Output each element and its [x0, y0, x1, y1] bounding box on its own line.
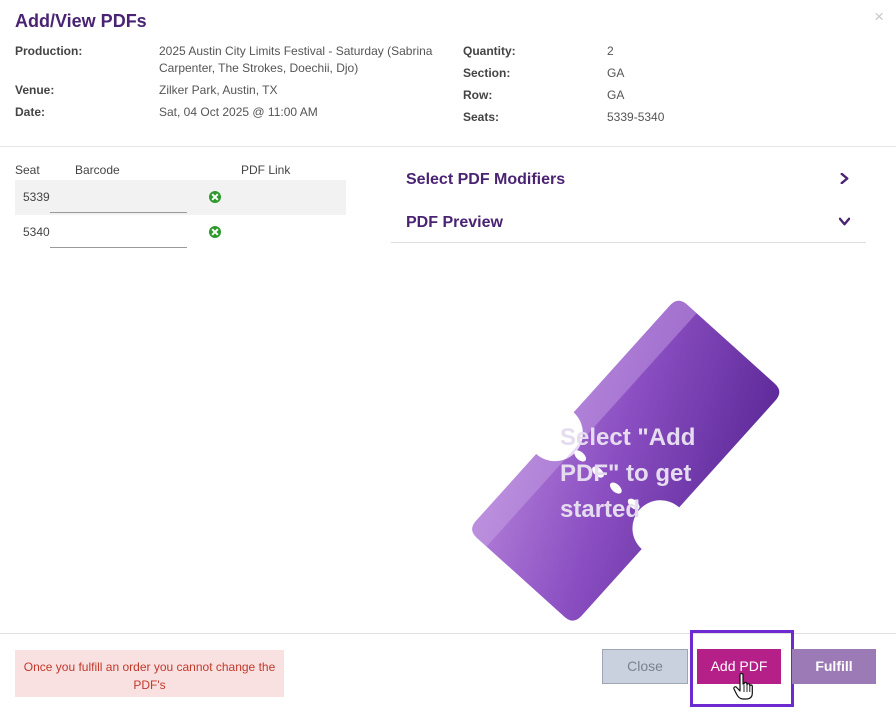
close-button[interactable]: Close — [602, 649, 688, 684]
venue-row: Venue: Zilker Park, Austin, TX — [15, 82, 455, 99]
seat-column-header: Seat — [15, 163, 40, 177]
date-label: Date: — [15, 105, 46, 119]
close-icon[interactable]: × — [874, 8, 884, 25]
barcode-input[interactable] — [50, 183, 187, 213]
accordion-divider — [391, 242, 866, 243]
table-row: 5340 — [15, 215, 346, 250]
select-pdf-modifiers-label: Select PDF Modifiers — [406, 171, 566, 188]
seats-row: Seats: 5339-5340 — [463, 109, 723, 126]
table-header: Seat Barcode PDF Link — [15, 162, 346, 180]
seats-label: Seats: — [463, 110, 500, 124]
add-view-pdfs-modal: Add/View PDFs × Production: 2025 Austin … — [0, 0, 896, 712]
table-row: 5339 — [15, 180, 346, 215]
production-label: Production: — [15, 44, 83, 58]
venue-label: Venue: — [15, 83, 55, 97]
row-row: Row: GA — [463, 87, 723, 104]
section-row: Section: GA — [463, 65, 723, 82]
chevron-right-icon — [840, 173, 849, 184]
production-value: 2025 Austin City Limits Festival - Satur… — [159, 44, 433, 75]
fulfill-button[interactable]: Fulfill — [792, 649, 876, 684]
chevron-down-icon — [839, 217, 850, 226]
quantity-value: 2 — [607, 44, 614, 58]
seats-value: 5339-5340 — [607, 110, 665, 124]
remove-circle-icon[interactable] — [209, 191, 221, 203]
footer-divider — [0, 633, 896, 634]
row-label: Row: — [463, 88, 493, 102]
quantity-row: Quantity: 2 — [463, 43, 723, 60]
seat-number: 5339 — [23, 190, 50, 204]
barcode-input[interactable] — [50, 218, 187, 248]
seat-barcode-table: Seat Barcode PDF Link 5339 5340 — [15, 162, 346, 250]
divider — [0, 146, 896, 147]
barcode-column-header: Barcode — [75, 163, 120, 177]
date-row: Date: Sat, 04 Oct 2025 @ 11:00 AM — [15, 104, 455, 121]
add-pdf-button[interactable]: Add PDF — [697, 649, 781, 684]
section-value: GA — [607, 66, 625, 80]
pdf-preview-header[interactable]: PDF Preview — [406, 214, 866, 232]
row-value: GA — [607, 88, 625, 102]
preview-placeholder-text: Select "Add PDF" to get started — [560, 424, 696, 523]
pdf-preview-label: PDF Preview — [406, 214, 503, 231]
quantity-label: Quantity: — [463, 44, 516, 58]
production-row: Production: 2025 Austin City Limits Fest… — [15, 43, 455, 77]
pdf-link-column-header: PDF Link — [241, 163, 291, 177]
section-label: Section: — [463, 66, 511, 80]
seat-number: 5340 — [23, 225, 50, 239]
fulfill-warning: Once you fulfill an order you cannot cha… — [15, 650, 284, 697]
venue-value: Zilker Park, Austin, TX — [159, 83, 278, 97]
select-pdf-modifiers-header[interactable]: Select PDF Modifiers — [406, 171, 866, 189]
date-value: Sat, 04 Oct 2025 @ 11:00 AM — [159, 105, 318, 119]
modal-title: Add/View PDFs — [15, 11, 147, 31]
remove-circle-icon[interactable] — [209, 226, 221, 238]
